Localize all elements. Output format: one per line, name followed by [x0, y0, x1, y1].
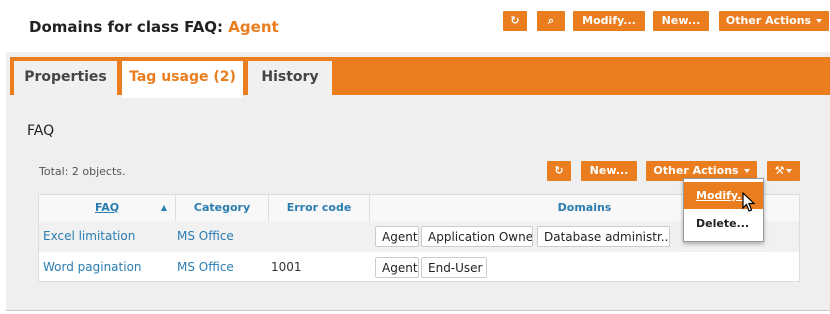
mouse-cursor-icon [742, 192, 756, 212]
tools-icon: ⚒ [774, 164, 785, 177]
tab-history[interactable]: History [248, 61, 332, 95]
domain-tag[interactable]: Agent [375, 226, 419, 247]
page: Domains for class FAQ: Agent ↻ ⌕ Modify.… [6, 0, 830, 311]
other-actions-button[interactable]: Other Actions [719, 11, 829, 31]
title-object: Agent [228, 18, 279, 36]
menu-item-delete[interactable]: Delete... [684, 210, 763, 237]
domain-tag[interactable]: End-User [421, 257, 487, 278]
chevron-down-icon [743, 169, 750, 173]
refresh-button[interactable]: ↻ [503, 11, 527, 31]
tab-bar: Properties Tag usage (2) History [10, 57, 830, 98]
list-other-actions-label: Other Actions [653, 164, 739, 177]
sort-ascending-icon: ▲ [160, 203, 167, 212]
page-title: Domains for class FAQ: Agent [29, 18, 279, 36]
search-icon: ⌕ [547, 14, 555, 27]
column-header-error-code[interactable]: Error code [269, 195, 370, 221]
tools-button[interactable]: ⚒ [767, 161, 800, 181]
category-link[interactable]: MS Office [177, 221, 234, 252]
other-actions-label: Other Actions [725, 14, 812, 27]
domain-tag[interactable]: Application Owner [421, 226, 533, 247]
search-button[interactable]: ⌕ [537, 11, 565, 31]
tab-tag-usage[interactable]: Tag usage (2) [122, 61, 243, 98]
title-prefix: Domains for class FAQ: [29, 18, 224, 36]
list-refresh-button[interactable]: ↻ [547, 161, 571, 181]
domain-tag[interactable]: Database administr... [537, 226, 670, 247]
section-title: FAQ [27, 123, 55, 139]
new-button[interactable]: New... [653, 11, 709, 31]
faq-link[interactable]: Word pagination [43, 252, 142, 283]
column-header-faq[interactable]: FAQ ▲ [39, 195, 176, 221]
modify-button[interactable]: Modify... [573, 11, 645, 31]
total-count: Total: 2 objects. [39, 165, 126, 178]
refresh-icon: ↻ [554, 164, 564, 177]
tab-properties[interactable]: Properties [14, 61, 117, 95]
chevron-down-icon [816, 19, 823, 23]
table-row: Word pagination MS Office 1001 Agent End… [39, 252, 799, 283]
column-header-category[interactable]: Category [176, 195, 269, 221]
list-new-button[interactable]: New... [581, 161, 637, 181]
domain-tag[interactable]: Agent [375, 257, 419, 278]
category-link[interactable]: MS Office [177, 252, 234, 283]
chevron-down-icon [786, 169, 793, 173]
error-code: 1001 [271, 260, 302, 274]
faq-link[interactable]: Excel limitation [43, 221, 135, 252]
page-header: Domains for class FAQ: Agent ↻ ⌕ Modify.… [6, 0, 830, 52]
refresh-icon: ↻ [510, 14, 520, 27]
